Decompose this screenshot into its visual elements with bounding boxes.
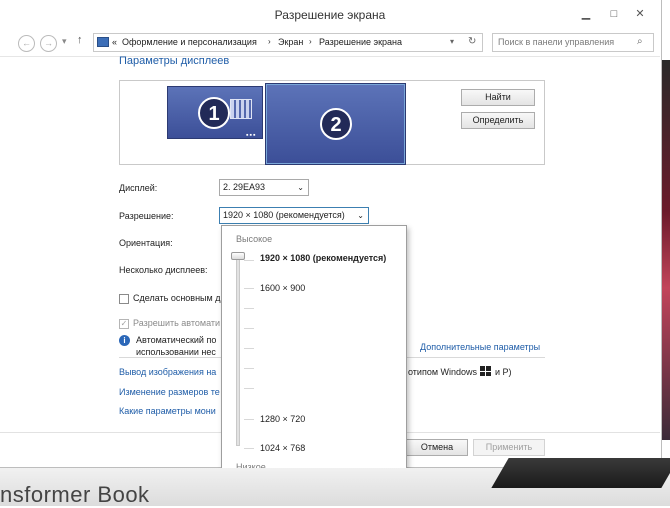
resolution-select-value: 1920 × 1080 (рекомендуется) xyxy=(223,210,345,220)
make-main-label: Сделать основным д xyxy=(133,293,221,303)
resolution-label: Разрешение: xyxy=(119,211,174,221)
address-dropdown-icon[interactable]: ▾ xyxy=(450,37,454,46)
search-icon[interactable]: ⌕ xyxy=(637,36,643,47)
chevron-down-icon: ⌄ xyxy=(357,211,364,220)
output-projection-link[interactable]: Вывод изображения на xyxy=(119,367,216,377)
window-title: Разрешение экрана xyxy=(274,8,386,22)
search-input[interactable]: Поиск в панели управления ⌕ xyxy=(492,33,654,52)
resolution-option-1600[interactable]: 1600 × 900 xyxy=(260,283,305,293)
slider-high-label: Высокое xyxy=(236,234,273,244)
which-settings-link[interactable]: Какие параметры мони xyxy=(119,406,216,416)
back-arrow-icon[interactable]: ← xyxy=(18,35,35,52)
search-placeholder: Поиск в панели управления xyxy=(498,37,615,47)
identify-button[interactable]: Определить xyxy=(461,112,535,129)
allow-auto-label: Разрешить автомати xyxy=(133,318,221,328)
breadcrumb-chevrons: « xyxy=(112,37,118,47)
resolution-select[interactable]: 1920 × 1080 (рекомендуется) ⌄ xyxy=(219,207,369,224)
monitor-1[interactable]: 1 ▪▪▪ xyxy=(167,86,263,139)
make-main-checkbox[interactable] xyxy=(119,294,129,304)
resolution-option-1280[interactable]: 1280 × 720 xyxy=(260,414,305,424)
find-button[interactable]: Найти xyxy=(461,89,535,106)
slider-tick xyxy=(244,368,254,369)
slider-tick xyxy=(244,288,254,289)
navigation-bar: ← → ▾ ↑ « Оформление и персонализация › … xyxy=(0,30,660,57)
taskbar-grid-icon xyxy=(230,99,252,119)
maximize-button[interactable]: □ xyxy=(602,6,626,22)
slider-tick xyxy=(244,448,254,449)
info-icon: i xyxy=(119,335,130,346)
slider-tick xyxy=(244,328,254,329)
minimize-button[interactable]: ▁ xyxy=(574,6,598,22)
page-title: Параметры дисплеев xyxy=(119,55,230,67)
multiple-displays-label: Несколько дисплеев: xyxy=(119,265,208,275)
slider-tick xyxy=(244,419,254,420)
up-arrow-icon[interactable]: ↑ xyxy=(77,34,83,46)
monitor-1-number: 1 xyxy=(198,97,230,129)
slider-thumb[interactable] xyxy=(231,252,245,260)
address-bar[interactable]: « Оформление и персонализация › Экран › … xyxy=(93,33,483,52)
resize-text-link[interactable]: Изменение размеров те xyxy=(119,387,220,397)
display-label: Дисплей: xyxy=(119,183,158,193)
monitor-arrangement-panel: 1 ▪▪▪ 2 Найти Определить xyxy=(119,80,545,165)
wallpaper-brand-text: nsformer Book xyxy=(0,482,150,507)
slider-tick xyxy=(244,308,254,309)
slider-tick xyxy=(244,388,254,389)
resolution-slider-popup: Высокое 1920 × 1080 (рекомендуется) 1600… xyxy=(221,225,407,480)
resolution-option-1920[interactable]: 1920 × 1080 (рекомендуется) xyxy=(260,253,386,263)
allow-auto-checkbox[interactable]: ✓ xyxy=(119,319,129,329)
info-text-line-1: Автоматический по xyxy=(136,335,217,345)
output-link-tail: отипом Windows xyxy=(408,367,478,377)
apply-button[interactable]: Применить xyxy=(473,439,545,456)
windows-logo-icon xyxy=(480,366,491,376)
monitor-2-number: 2 xyxy=(320,108,352,140)
advanced-settings-link[interactable]: Дополнительные параметры xyxy=(420,342,540,352)
slider-tick xyxy=(244,348,254,349)
breadcrumb-item-resolution[interactable]: Разрешение экрана xyxy=(319,37,402,47)
slider-tick xyxy=(244,260,254,261)
output-link-tail-2: и P) xyxy=(495,367,512,377)
monitor-dots: ▪▪▪ xyxy=(246,132,257,139)
recent-dropdown-icon[interactable]: ▾ xyxy=(62,36,67,47)
cancel-button[interactable]: Отмена xyxy=(406,439,468,456)
background-strip xyxy=(662,60,670,440)
refresh-icon[interactable]: ↻ xyxy=(468,36,476,47)
title-bar: Разрешение экрана ▁ □ ✕ xyxy=(0,0,660,30)
monitor-2[interactable]: 2 xyxy=(265,83,406,165)
orientation-label: Ориентация: xyxy=(119,238,173,248)
control-panel-icon xyxy=(97,37,109,47)
chevron-down-icon: ⌄ xyxy=(297,183,304,192)
breadcrumb-separator-icon: › xyxy=(268,37,271,46)
resolution-option-1024[interactable]: 1024 × 768 xyxy=(260,443,305,453)
breadcrumb-separator-icon: › xyxy=(309,37,312,46)
breadcrumb-item-screen[interactable]: Экран xyxy=(278,37,303,47)
window: Разрешение экрана ▁ □ ✕ ← → ▾ ↑ « Оформл… xyxy=(0,0,662,480)
info-text-line-2: использовании нес xyxy=(136,347,216,357)
close-button[interactable]: ✕ xyxy=(628,6,652,22)
display-select[interactable]: 2. 29EA93 ⌄ xyxy=(219,179,309,196)
breadcrumb-item-personalization[interactable]: Оформление и персонализация xyxy=(122,37,257,47)
device-shadow xyxy=(491,458,670,488)
display-select-value: 2. 29EA93 xyxy=(223,182,266,192)
slider-track[interactable] xyxy=(236,256,240,446)
forward-arrow-icon[interactable]: → xyxy=(40,35,57,52)
